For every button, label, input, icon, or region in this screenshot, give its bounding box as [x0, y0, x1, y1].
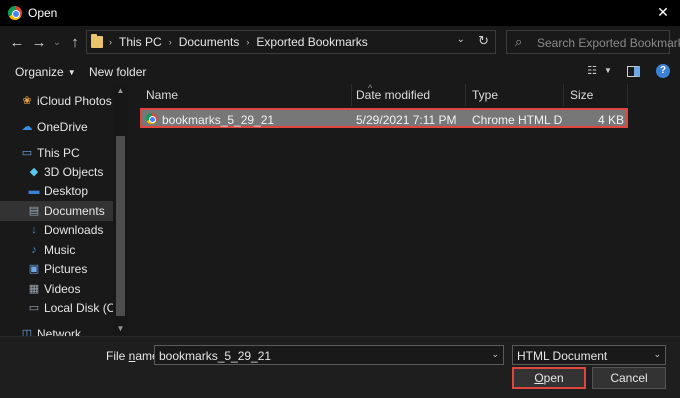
title-bar: Open ✕	[0, 0, 680, 26]
file-date-cell: 5/29/2021 7:11 PM	[356, 113, 457, 127]
breadcrumb: › This PC › Documents › Exported Bookmar…	[109, 35, 368, 49]
organize-label: Organize	[15, 65, 64, 79]
organize-button[interactable]: Organize ▼	[15, 65, 76, 79]
cube-icon: ◆	[29, 166, 39, 178]
command-bar: Organize ▼ New folder ☷ ▼ ?	[0, 60, 680, 84]
chrome-html-file-icon	[146, 113, 157, 124]
address-dropdown-icon[interactable]: ⌄	[457, 34, 465, 45]
dialog-footer: File name: bookmarks_5_29_21 ⌄ HTML Docu…	[0, 336, 680, 398]
breadcrumb-documents[interactable]: Documents	[179, 35, 240, 49]
file-size-cell: 4 KB	[597, 113, 624, 127]
file-name-label-prefix: File	[106, 349, 129, 363]
change-view-icon[interactable]: ☷	[585, 64, 599, 78]
breadcrumb-separator-icon: ›	[109, 37, 112, 47]
sidebar-item-label: This PC	[37, 146, 80, 160]
sidebar-item-label: OneDrive	[37, 120, 88, 134]
file-type-select[interactable]: HTML Document ⌄	[512, 345, 666, 365]
sidebar-item-label: Local Disk (C:)	[44, 301, 113, 315]
sidebar-item-network[interactable]: ◫ Network	[0, 324, 113, 336]
documents-icon: ▤	[28, 205, 40, 217]
help-icon[interactable]: ?	[656, 64, 670, 78]
open-access-key: O	[534, 371, 544, 385]
breadcrumb-this-pc[interactable]: This PC	[119, 35, 162, 49]
breadcrumb-exported-bookmarks[interactable]: Exported Bookmarks	[256, 35, 367, 49]
scrollbar-thumb[interactable]	[116, 136, 125, 316]
caret-down-icon: ▼	[67, 68, 76, 77]
network-icon: ◫	[21, 328, 33, 336]
breadcrumb-separator-icon[interactable]: ›	[246, 37, 249, 47]
column-header-date-modified[interactable]: Date modified	[350, 84, 466, 106]
sidebar-item-label: Pictures	[44, 262, 88, 276]
sidebar-item-this-pc[interactable]: ▭ This PC	[0, 143, 113, 163]
sidebar-item-onedrive[interactable]: ☁ OneDrive	[0, 117, 113, 137]
icloud-photos-icon: ❀	[22, 95, 32, 107]
view-controls: ☷ ▼ ?	[577, 64, 670, 78]
onedrive-cloud-icon: ☁	[21, 121, 33, 133]
view-options-caret-icon[interactable]: ▼	[601, 64, 615, 78]
sidebar-item-local-disk-c[interactable]: ▭ Local Disk (C:)	[0, 298, 113, 318]
column-header-name[interactable]: Name	[140, 84, 352, 106]
open-button[interactable]: Open	[512, 367, 586, 389]
scroll-up-icon[interactable]: ▲	[113, 84, 128, 98]
window-title: Open	[28, 6, 58, 20]
sidebar-item-label: Network	[37, 327, 82, 336]
sidebar-item-3d-objects[interactable]: ◆ 3D Objects	[0, 162, 113, 182]
file-list: Name ^ Date modified Type Size bookmarks…	[128, 83, 680, 336]
chrome-app-icon	[8, 6, 22, 20]
sidebar-item-label: Documents	[44, 204, 105, 218]
film-icon: ▦	[28, 283, 40, 295]
sidebar-item-music[interactable]: ♪ Music	[0, 240, 113, 260]
navigation-bar: ← → ⌄ ↑ › This PC › Documents › Exported…	[0, 26, 680, 60]
column-header-size[interactable]: Size	[564, 84, 628, 106]
download-arrow-icon: ↓	[31, 224, 37, 236]
folder-icon	[91, 34, 103, 48]
music-note-icon: ♪	[31, 244, 37, 256]
pictures-icon: ▣	[28, 263, 40, 275]
column-header-type[interactable]: Type	[466, 84, 564, 106]
sidebar-item-videos[interactable]: ▦ Videos	[0, 279, 113, 299]
computer-icon: ▭	[21, 147, 33, 159]
sidebar-item-documents[interactable]: ▤ Documents	[0, 201, 113, 221]
sidebar-item-label: iCloud Photos	[37, 94, 112, 108]
sidebar-item-label: 3D Objects	[44, 165, 104, 179]
refresh-icon[interactable]: ↻	[478, 33, 489, 49]
search-placeholder: Search Exported Bookmarks	[537, 36, 680, 50]
disk-drive-icon: ▭	[28, 302, 40, 314]
file-type-value: HTML Document	[517, 349, 608, 363]
cancel-button[interactable]: Cancel	[592, 367, 666, 389]
file-name-cell: bookmarks_5_29_21	[162, 113, 275, 127]
preview-pane-icon[interactable]	[627, 65, 640, 77]
sidebar-item-pictures[interactable]: ▣ Pictures	[0, 259, 113, 279]
sidebar-item-label: Videos	[44, 282, 81, 296]
file-type-dropdown-icon[interactable]: ⌄	[653, 349, 661, 360]
open-label: pen	[543, 371, 564, 385]
back-arrow-icon[interactable]: ←	[8, 34, 26, 52]
address-bar[interactable]: › This PC › Documents › Exported Bookmar…	[86, 30, 496, 54]
up-arrow-icon[interactable]: ↑	[66, 34, 84, 52]
sidebar-item-downloads[interactable]: ↓ Downloads	[0, 220, 113, 240]
new-folder-button[interactable]: New folder	[89, 65, 146, 79]
sidebar-item-desktop[interactable]: ▬ Desktop	[0, 181, 113, 201]
file-type-cell: Chrome HTML Do...	[472, 113, 562, 127]
recent-locations-chevron-icon[interactable]: ⌄	[48, 34, 66, 52]
navigation-pane-scrollbar[interactable]: ▲ ▼	[113, 84, 128, 336]
sidebar-item-label: Downloads	[44, 223, 104, 237]
navigation-pane: ❀ iCloud Photos ☁ OneDrive ▭ This PC ◆ 3D Objec…	[0, 84, 113, 336]
close-icon[interactable]: ✕	[646, 0, 680, 26]
sidebar-item-icloud-photos[interactable]: ❀ iCloud Photos	[0, 91, 113, 111]
breadcrumb-separator-icon[interactable]: ›	[169, 37, 172, 47]
desktop-icon: ▬	[28, 185, 40, 197]
search-icon: ⌕	[515, 34, 523, 49]
sidebar-item-label: Music	[44, 243, 76, 257]
forward-arrow-icon[interactable]: →	[30, 34, 48, 52]
file-name-dropdown-icon[interactable]: ⌄	[491, 349, 499, 360]
sidebar-item-label: Desktop	[44, 184, 89, 198]
file-row-selected[interactable]: bookmarks_5_29_21 5/29/2021 7:11 PM Chro…	[140, 108, 628, 128]
search-input[interactable]: ⌕ Search Exported Bookmarks	[506, 30, 680, 54]
file-name-value: bookmarks_5_29_21	[159, 349, 272, 363]
file-name-field[interactable]: bookmarks_5_29_21 ⌄	[154, 345, 504, 365]
scroll-down-icon[interactable]: ▼	[113, 322, 128, 336]
